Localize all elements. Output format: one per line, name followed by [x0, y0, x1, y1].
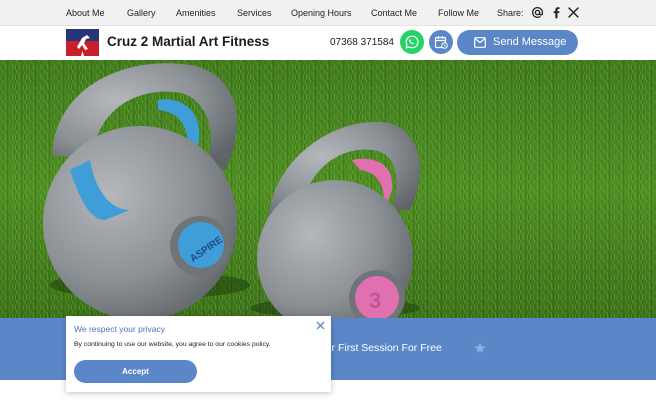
close-icon[interactable]: [316, 321, 325, 330]
nav-item-amenities[interactable]: Amenities: [176, 0, 216, 26]
hero-image: ASPIRE 3: [0, 60, 656, 318]
cookie-message: By continuing to use our website, you ag…: [74, 341, 271, 348]
star-icon: [474, 342, 486, 353]
nav-item-gallery[interactable]: Gallery: [127, 0, 156, 26]
whatsapp-button[interactable]: [400, 30, 424, 54]
book-appointment-button[interactable]: [429, 30, 453, 54]
envelope-icon: [474, 37, 486, 48]
nav-item-about-me[interactable]: About Me: [66, 0, 105, 26]
top-nav: About Me Gallery Amenities Services Open…: [0, 0, 656, 26]
brand-name[interactable]: Cruz 2 Martial Art Fitness: [107, 26, 269, 60]
email-at-icon[interactable]: [531, 6, 544, 19]
phone-number[interactable]: 07368 371584: [330, 26, 394, 60]
cookie-title: We respect your privacy: [74, 324, 166, 334]
x-twitter-icon[interactable]: [567, 6, 580, 19]
calendar-icon: [434, 36, 448, 49]
logo-icon[interactable]: [66, 29, 99, 56]
nav-item-contact-me[interactable]: Contact Me: [371, 0, 417, 26]
send-message-label: Send Message: [493, 36, 567, 48]
whatsapp-icon: [405, 35, 419, 49]
cookie-consent-dialog: We respect your privacy By continuing to…: [66, 316, 331, 392]
nav-item-services[interactable]: Services: [237, 0, 272, 26]
send-message-button[interactable]: Send Message: [457, 30, 578, 55]
facebook-icon[interactable]: [550, 6, 563, 19]
pink-kettlebell-number: 3: [369, 288, 381, 313]
accept-cookies-button[interactable]: Accept: [74, 360, 197, 383]
site-header: Cruz 2 Martial Art Fitness 07368 371584 …: [0, 26, 656, 60]
nav-item-follow-me[interactable]: Follow Me: [438, 0, 479, 26]
nav-item-opening-hours[interactable]: Opening Hours: [291, 0, 352, 26]
share-label: Share:: [497, 8, 524, 18]
